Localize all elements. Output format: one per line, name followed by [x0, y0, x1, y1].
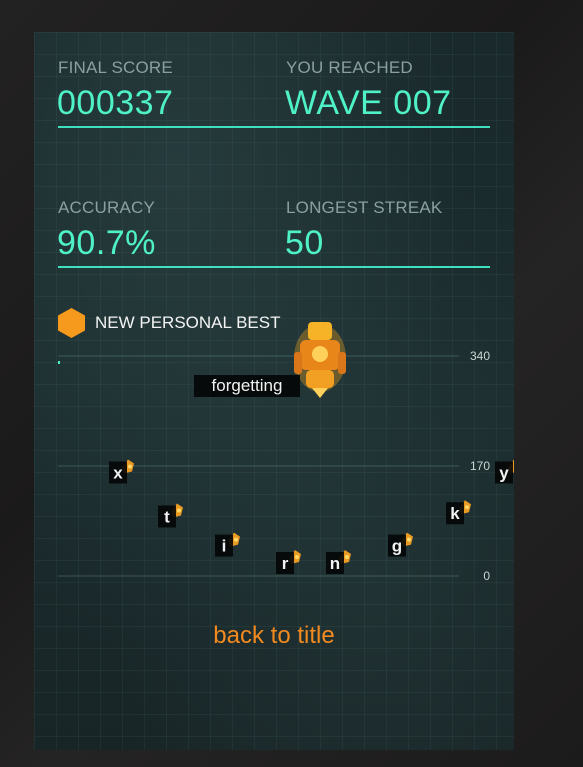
enemy-ship-core	[295, 555, 299, 560]
background: FINAL SCORE 000337 YOU REACHED WAVE 007 …	[0, 0, 583, 767]
point-label: g	[392, 537, 402, 556]
boss-ship-icon	[294, 322, 346, 398]
enemy-ship-core	[345, 555, 349, 560]
enemy-ship-core	[407, 537, 411, 542]
point-label: y	[499, 463, 509, 482]
enemy-ship-core	[177, 508, 181, 513]
point-label: r	[282, 554, 289, 573]
point-label: n	[330, 554, 340, 573]
back-to-title-button[interactable]: back to title	[174, 622, 374, 650]
point-label: k	[450, 504, 460, 523]
y-tick-label: 340	[470, 349, 490, 363]
enemy-ship-core	[465, 505, 469, 510]
point-label: x	[113, 463, 123, 482]
y-tick-label: 170	[470, 459, 490, 473]
enemy-ship-core	[234, 537, 238, 542]
point-label: t	[164, 507, 170, 526]
point-label: i	[222, 537, 227, 556]
chart-marker	[58, 361, 60, 364]
enemy-ship-core	[128, 464, 132, 469]
game-over-panel: FINAL SCORE 000337 YOU REACHED WAVE 007 …	[34, 32, 514, 750]
y-tick-label: 0	[483, 569, 490, 583]
point-label: forgetting	[212, 376, 283, 395]
